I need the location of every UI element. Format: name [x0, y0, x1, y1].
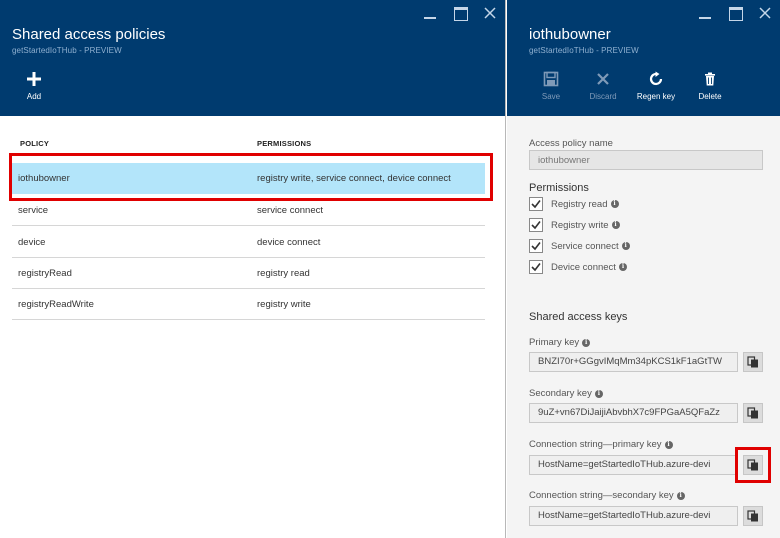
- delete-button[interactable]: Delete: [686, 70, 734, 101]
- policy-name: iothubowner: [18, 173, 70, 184]
- table-row[interactable]: service service connect: [12, 195, 485, 226]
- blade-title: iothubowner: [529, 26, 611, 43]
- plus-icon: [26, 70, 42, 88]
- connection-string-secondary-label: Connection string—secondary key i: [529, 490, 685, 501]
- delete-label: Delete: [698, 92, 722, 101]
- copy-secondary-key-button[interactable]: [743, 403, 763, 423]
- permission-registry-read: Registry read i: [529, 196, 619, 212]
- info-icon[interactable]: i: [621, 242, 630, 250]
- permission-device-connect: Device connect i: [529, 259, 627, 275]
- discard-label: Discard: [589, 92, 617, 101]
- info-icon[interactable]: i: [610, 200, 619, 208]
- permission-label: Registry read: [551, 198, 608, 210]
- regen-key-label: Regen key: [636, 92, 676, 101]
- column-header-policy: POLICY: [20, 139, 50, 148]
- policy-name: device: [18, 237, 46, 248]
- policy-name: registryRead: [18, 268, 72, 279]
- add-label: Add: [26, 92, 42, 101]
- policy-permissions: registry write, service connect, device …: [257, 173, 451, 184]
- policy-name: service: [18, 205, 49, 216]
- policy-name: registryReadWrite: [18, 299, 94, 310]
- close-icon[interactable]: [756, 4, 774, 22]
- window-controls: [696, 4, 774, 22]
- discard-icon: [596, 70, 610, 88]
- registry-write-checkbox[interactable]: [529, 218, 543, 232]
- permission-label: Device connect: [551, 261, 616, 273]
- info-icon[interactable]: i: [594, 390, 603, 398]
- connection-string-primary-field[interactable]: HostName=getStartedIoTHub.azure-devi: [529, 455, 738, 475]
- primary-key-label: Primary key i: [529, 337, 591, 348]
- shared-access-policies-blade: Shared access policies getStartedIoTHub …: [0, 0, 506, 538]
- minimize-icon[interactable]: [421, 4, 439, 22]
- primary-key-text: Primary key: [529, 337, 580, 348]
- maximize-icon[interactable]: [726, 4, 744, 22]
- discard-button[interactable]: Discard: [579, 70, 627, 101]
- refresh-icon: [648, 70, 664, 88]
- connection-string-primary-text: Connection string—primary key: [529, 439, 662, 450]
- permission-label: Service connect: [551, 240, 619, 252]
- device-connect-checkbox[interactable]: [529, 260, 543, 274]
- table-row[interactable]: registryRead registry read: [12, 258, 485, 289]
- copy-connection-string-primary-button[interactable]: [743, 455, 763, 475]
- copy-icon: [747, 407, 758, 419]
- window-controls: [421, 4, 499, 22]
- add-button[interactable]: Add: [10, 70, 58, 101]
- access-policy-name-field[interactable]: [529, 150, 763, 170]
- policy-permissions: device connect: [257, 237, 321, 248]
- copy-primary-key-button[interactable]: [743, 352, 763, 372]
- service-connect-checkbox[interactable]: [529, 239, 543, 253]
- registry-read-checkbox[interactable]: [529, 197, 543, 211]
- copy-icon: [747, 510, 758, 522]
- permission-label: Registry write: [551, 219, 609, 231]
- copy-icon: [747, 459, 758, 471]
- policy-permissions: service connect: [257, 205, 324, 216]
- blade-header: Shared access policies getStartedIoTHub …: [0, 0, 505, 116]
- info-icon[interactable]: i: [618, 263, 627, 271]
- azure-portal: Shared access policies getStartedIoTHub …: [0, 0, 780, 538]
- maximize-icon[interactable]: [451, 4, 469, 22]
- primary-key-field[interactable]: BNZI70r+GGgvIMqMm34pKCS1kF1aGtTW: [529, 352, 738, 372]
- info-icon[interactable]: i: [611, 221, 620, 229]
- copy-connection-string-secondary-button[interactable]: [743, 506, 763, 526]
- policy-permissions: registry read: [257, 268, 310, 279]
- save-label: Save: [541, 92, 561, 101]
- policy-permissions: registry write: [257, 299, 311, 310]
- blade-title: Shared access policies: [12, 26, 166, 43]
- blade-subtitle: getStartedIoTHub - PREVIEW: [529, 46, 639, 55]
- info-icon[interactable]: i: [676, 492, 685, 500]
- iothubowner-blade: iothubowner getStartedIoTHub - PREVIEW S…: [507, 0, 780, 538]
- connection-string-secondary-text: Connection string—secondary key: [529, 490, 674, 501]
- column-header-permissions: PERMISSIONS: [257, 139, 312, 148]
- connection-string-primary-label: Connection string—primary key i: [529, 439, 673, 450]
- secondary-key-label: Secondary key i: [529, 388, 603, 399]
- secondary-key-text: Secondary key: [529, 388, 592, 399]
- info-icon[interactable]: i: [582, 339, 591, 347]
- table-row[interactable]: registryReadWrite registry write: [12, 289, 485, 320]
- secondary-key-field[interactable]: 9uZ+vn67DiJaijiAbvbhX7c9FPGaA5QFaZz: [529, 403, 738, 423]
- blade-subtitle: getStartedIoTHub - PREVIEW: [12, 46, 122, 55]
- table-row[interactable]: device device connect: [12, 227, 485, 258]
- close-icon[interactable]: [481, 4, 499, 22]
- save-icon: [543, 70, 559, 88]
- copy-icon: [747, 356, 758, 368]
- connection-string-secondary-field[interactable]: HostName=getStartedIoTHub.azure-devi: [529, 506, 738, 526]
- table-row[interactable]: iothubowner registry write, service conn…: [12, 163, 485, 194]
- blade-header: iothubowner getStartedIoTHub - PREVIEW S…: [507, 0, 780, 116]
- info-icon[interactable]: i: [664, 441, 673, 449]
- shared-access-keys-label: Shared access keys: [529, 311, 628, 323]
- permission-service-connect: Service connect i: [529, 238, 630, 254]
- minimize-icon[interactable]: [696, 4, 714, 22]
- permissions-label: Permissions: [529, 182, 589, 194]
- permission-registry-write: Registry write i: [529, 217, 620, 233]
- access-policy-name-label: Access policy name: [529, 138, 613, 149]
- save-button[interactable]: Save: [527, 70, 575, 101]
- regen-key-button[interactable]: Regen key: [632, 70, 680, 101]
- trash-icon: [703, 70, 717, 88]
